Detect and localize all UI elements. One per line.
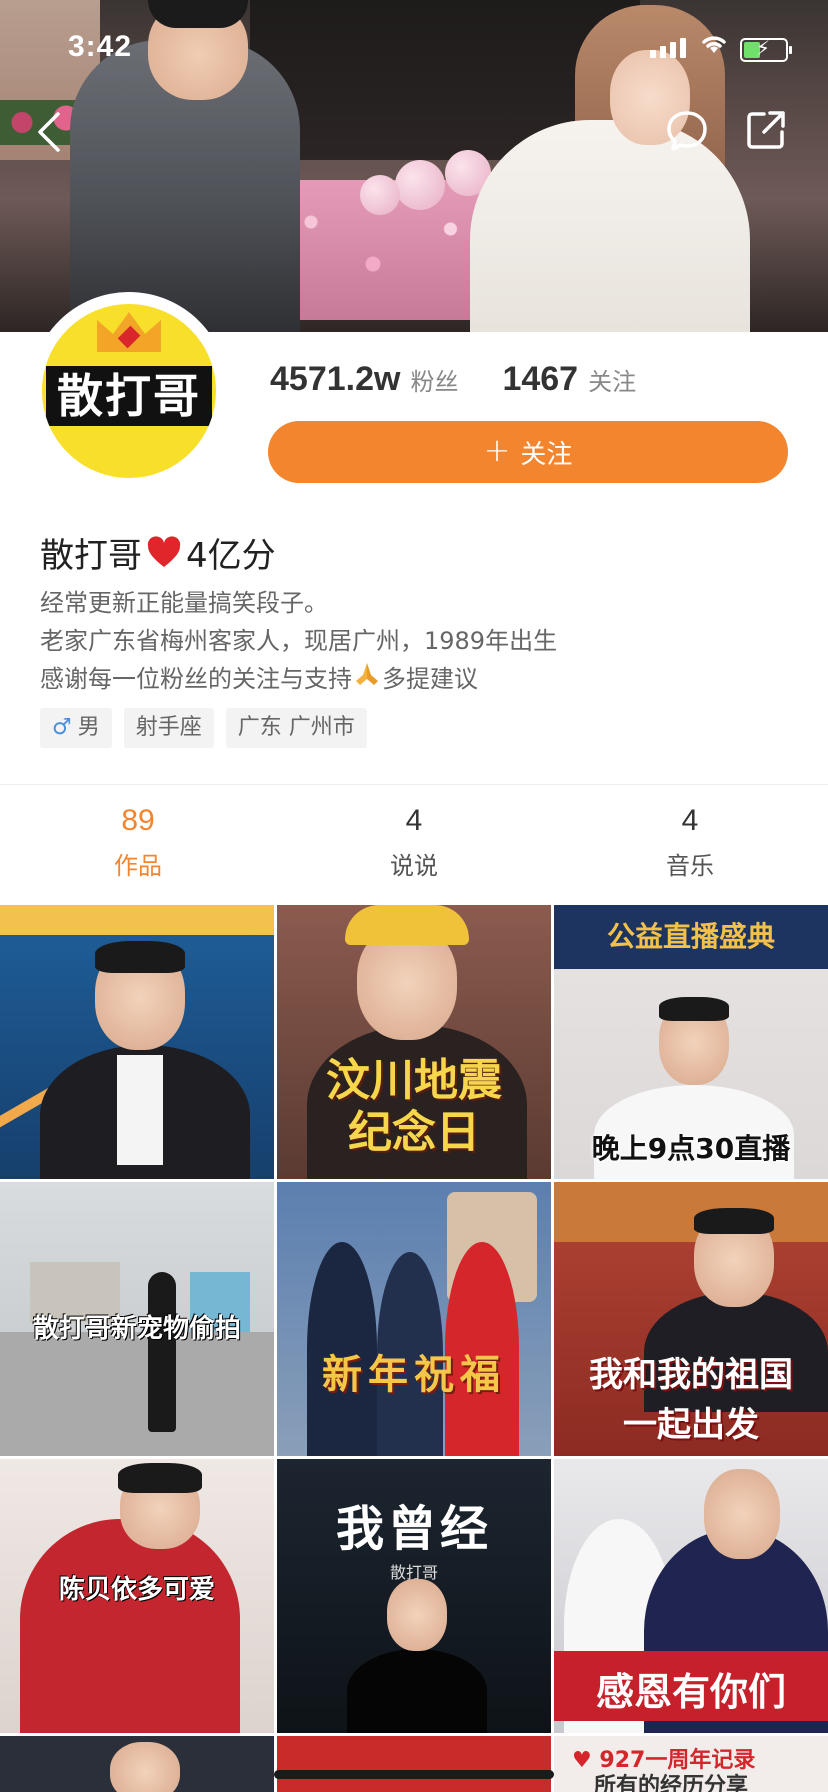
- video-thumbnail[interactable]: 我曾经 散打哥: [277, 1459, 551, 1733]
- back-icon[interactable]: [34, 108, 74, 158]
- video-thumbnail[interactable]: 公益直播盛典 晚上9点30直播: [554, 905, 828, 1179]
- video-caption: 我和我的祖国 一起出发: [554, 1350, 828, 1450]
- plus-icon: +: [483, 431, 511, 469]
- tab-music[interactable]: 4 音乐: [552, 790, 828, 904]
- pray-icon: [352, 661, 382, 700]
- location-tag: 广东 广州市: [225, 708, 367, 748]
- thumb-face: [110, 1742, 180, 1792]
- heart-icon: [146, 535, 182, 571]
- gender-tag: ♂ 男: [40, 708, 112, 748]
- thumb-ground: [0, 1332, 274, 1456]
- video-caption: 感恩有你们: [595, 1670, 786, 1714]
- video-thumbnail[interactable]: [277, 1736, 551, 1792]
- tab-count: 4: [681, 804, 699, 837]
- bio: 经常更新正能量搞笑段子。 老家广东省梅州客家人，现居广州，1989年出生 感谢每…: [40, 584, 557, 700]
- thumb-hair: [95, 941, 185, 973]
- status-bar: 3:42 ⚡: [0, 0, 828, 100]
- video-thumbnail[interactable]: [0, 1736, 274, 1792]
- nickname-suffix: 4亿分: [186, 536, 276, 576]
- thumb-face: [387, 1579, 447, 1651]
- tab-posts[interactable]: 4 说说: [276, 790, 552, 904]
- following-label[interactable]: 关注: [588, 362, 636, 397]
- caption-line: 纪念日: [348, 1107, 480, 1158]
- message-icon[interactable]: [664, 108, 712, 156]
- fans-count[interactable]: 4571.2w: [270, 360, 400, 399]
- video-caption: 散打哥新宠物偷拍: [32, 1314, 241, 1344]
- bio-line-text: 感谢每一位粉丝的关注与支持: [40, 665, 352, 693]
- avatar-text: 散打哥: [46, 366, 212, 426]
- video-caption: 陈贝依多可爱: [58, 1575, 215, 1605]
- tab-count: 89: [121, 804, 155, 837]
- thumb-person: [148, 1272, 176, 1432]
- bio-line: 感谢每一位粉丝的关注与支持 多提建议: [40, 660, 557, 700]
- tab-works[interactable]: 89 作品: [0, 790, 276, 904]
- tab-label: 音乐: [666, 852, 714, 880]
- thumb-hair: [659, 997, 729, 1021]
- hard-hat: [345, 905, 469, 945]
- video-caption: 新年祝福: [322, 1352, 506, 1398]
- zodiac-tag: 射手座: [123, 708, 214, 748]
- thumb-shirt: [117, 1055, 163, 1165]
- video-caption: 晚上9点30直播: [591, 1132, 791, 1165]
- video-thumbnail[interactable]: [0, 905, 274, 1179]
- video-caption: 我曾经: [335, 1501, 492, 1557]
- thumb-face: [704, 1469, 780, 1559]
- caption-line: 一起出发: [623, 1405, 759, 1445]
- male-icon: ♂: [52, 715, 72, 740]
- divider: [0, 784, 828, 785]
- caption-line: 所有的经历分享: [594, 1774, 749, 1792]
- video-thumbnail[interactable]: 陈贝依多可爱: [0, 1459, 274, 1733]
- home-indicator[interactable]: [274, 1770, 554, 1779]
- caption-line: 我和我的祖国: [589, 1355, 793, 1395]
- nickname: 散打哥 4亿分: [40, 528, 276, 577]
- bio-line: 经常更新正能量搞笑段子。: [40, 589, 328, 617]
- fans-label[interactable]: 粉丝: [410, 362, 458, 397]
- avatar-logo: 散打哥: [42, 304, 216, 478]
- video-thumbnail[interactable]: 汶川地震 纪念日: [277, 905, 551, 1179]
- video-grid: 汶川地震 纪念日 公益直播盛典 晚上9点30直播 散打哥新宠物偷拍 新年祝福 我…: [0, 905, 828, 1792]
- thumb-gate: [554, 1182, 828, 1242]
- cover-balloon: [395, 160, 445, 210]
- thumb-banner: [0, 905, 274, 935]
- thumb-child: [20, 1519, 240, 1733]
- status-time: 3:42: [68, 30, 133, 63]
- video-caption: 汶川地震 纪念日: [277, 1055, 551, 1159]
- tab-label: 作品: [114, 852, 162, 880]
- video-top-caption: 公益直播盛典: [606, 920, 775, 953]
- tab-label: 说说: [390, 852, 438, 880]
- thumb-person: [347, 1649, 487, 1733]
- share-icon[interactable]: [744, 108, 792, 156]
- battery-icon: ⚡: [740, 36, 792, 62]
- wifi-icon: [700, 32, 728, 62]
- video-thumbnail[interactable]: 感恩有你们: [554, 1459, 828, 1733]
- video-thumbnail[interactable]: 新年祝福: [277, 1182, 551, 1456]
- thumb-hair: [694, 1208, 774, 1234]
- profile-tags: ♂ 男 射手座 广东 广州市: [40, 708, 367, 748]
- thumb-hair: [118, 1463, 202, 1493]
- follow-button[interactable]: + 关注: [268, 421, 788, 483]
- following-count[interactable]: 1467: [502, 360, 578, 399]
- bio-line: 老家广东省梅州客家人，现居广州，1989年出生: [40, 627, 558, 655]
- nickname-prefix: 散打哥: [40, 536, 142, 576]
- avatar[interactable]: 散打哥: [36, 298, 222, 484]
- video-thumbnail[interactable]: 散打哥新宠物偷拍: [0, 1182, 274, 1456]
- cellular-signal-icon: [650, 38, 686, 58]
- caption-line: 汶川地震: [326, 1055, 502, 1106]
- tab-count: 4: [405, 804, 423, 837]
- cover-balloon: [360, 175, 400, 215]
- bio-line-text: 多提建议: [382, 665, 478, 693]
- video-thumbnail[interactable]: ♥ 927一周年记录 所有的经历分享: [554, 1736, 828, 1792]
- content-tabs: 89 作品 4 说说 4 音乐: [0, 790, 828, 904]
- gender-label: 男: [77, 715, 100, 740]
- follow-button-label: 关注: [520, 439, 573, 470]
- video-thumbnail[interactable]: 我和我的祖国 一起出发: [554, 1182, 828, 1456]
- profile-stats: 4571.2w 粉丝 1467 关注: [270, 360, 636, 399]
